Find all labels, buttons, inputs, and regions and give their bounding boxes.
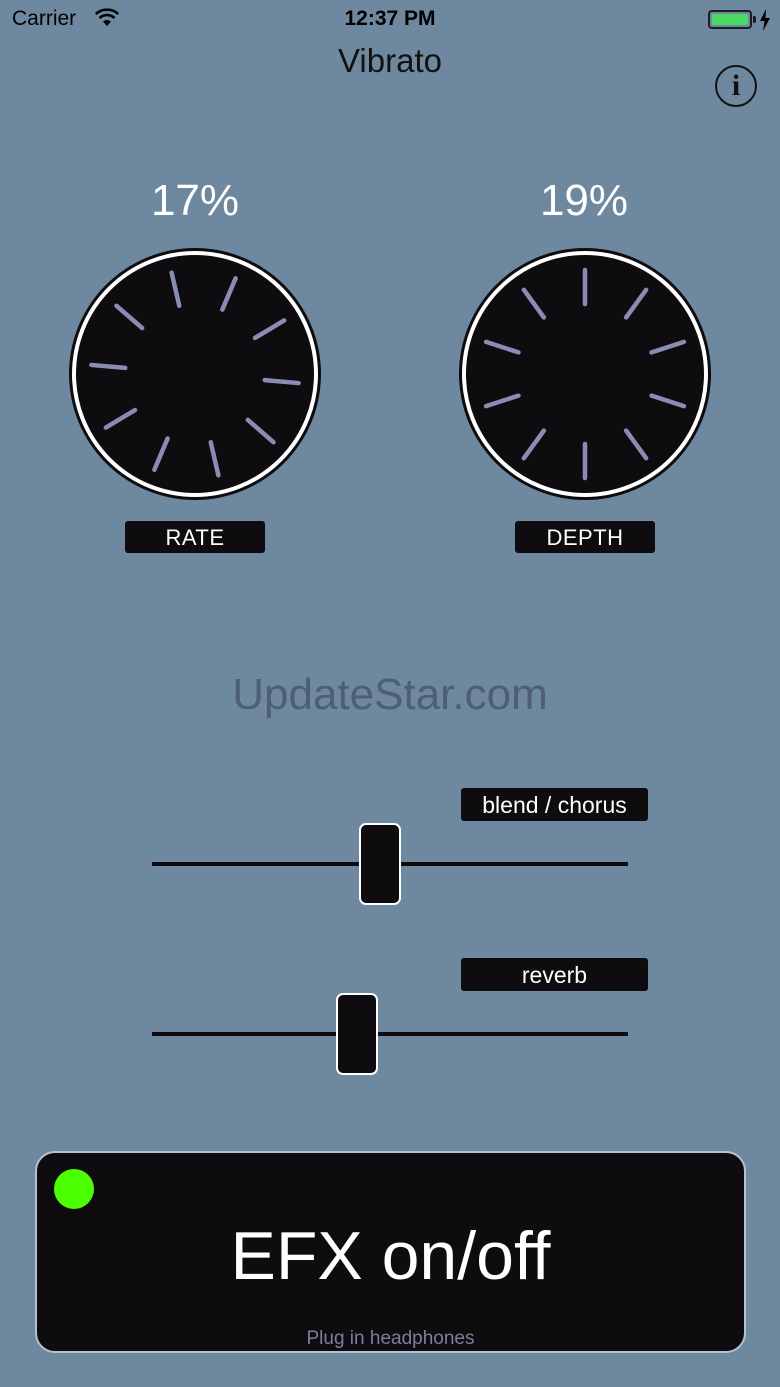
rate-label: RATE [125, 521, 265, 553]
page-title: Vibrato [338, 42, 442, 79]
depth-label: DEPTH [515, 521, 655, 553]
depth-value: 19% [539, 176, 629, 225]
reverb-thumb[interactable] [335, 993, 378, 1075]
battery-tip [753, 16, 756, 23]
status-time: 12:37 PM [344, 7, 436, 30]
blend-chorus-thumb[interactable] [359, 823, 402, 905]
reverb-track[interactable] [152, 1032, 628, 1036]
battery-level [712, 14, 748, 25]
rate-value: 17% [150, 176, 240, 225]
rate-knob-tick [89, 362, 128, 371]
efx-status-led [54, 1169, 94, 1209]
efx-toggle-button[interactable]: EFX on/off Plug in headphones [35, 1151, 746, 1353]
info-button[interactable]: i [715, 65, 757, 107]
reverb-label: reverb [461, 958, 648, 991]
depth-knob[interactable] [456, 245, 714, 503]
charging-bolt-icon [760, 9, 770, 31]
headphones-hint: Plug in headphones [306, 1328, 475, 1349]
rate-knob[interactable] [66, 245, 324, 503]
rate-knob-tick [262, 377, 301, 386]
blend-chorus-label: blend / chorus [461, 788, 648, 821]
watermark: UpdateStar.com [232, 670, 548, 719]
efx-label: EFX on/off [230, 1218, 551, 1294]
screen: Carrier 12:37 PM Vibrato i 17% RATE 19% [0, 0, 780, 1387]
status-bar: Carrier 12:37 PM [0, 0, 780, 40]
battery-icon [708, 10, 752, 29]
